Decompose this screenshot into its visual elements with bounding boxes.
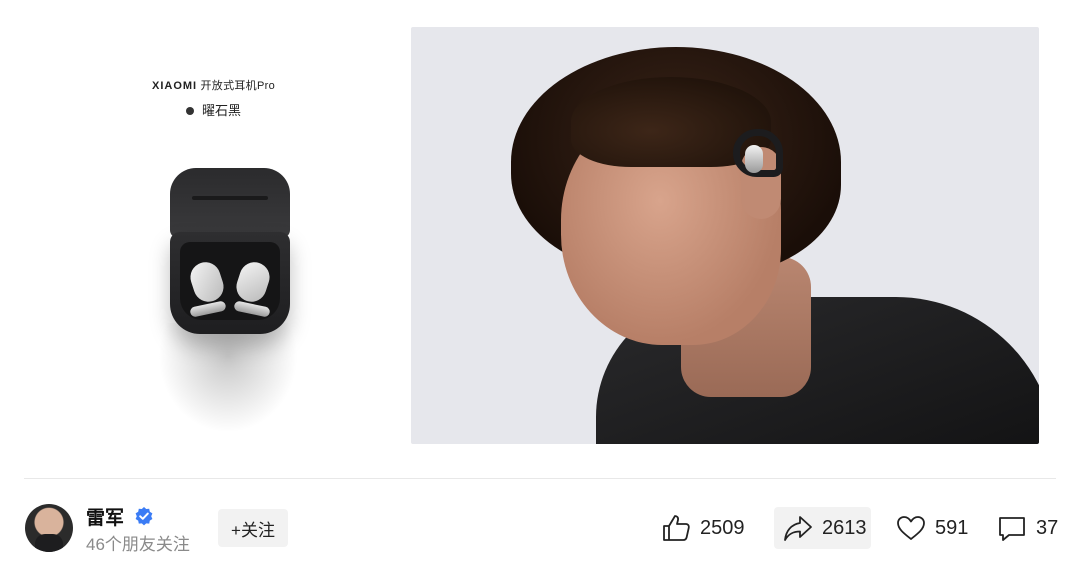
product-brand: XIAOMI 开放式耳机Pro (36, 77, 391, 93)
thumbs-up-icon (663, 515, 690, 541)
favorite-button[interactable]: 591 (895, 507, 968, 549)
friends-following-text: 46个朋友关注 (86, 535, 190, 554)
divider (24, 478, 1056, 479)
like-count: 2509 (700, 516, 745, 539)
comment-bubble-icon (999, 517, 1025, 541)
product-image[interactable]: XIAOMI 开放式耳机Pro 曜石黑 (36, 27, 391, 444)
like-button[interactable]: 2509 (660, 507, 745, 549)
share-count: 2613 (822, 516, 867, 539)
product-name: 开放式耳机Pro (200, 80, 275, 92)
earbuds-case (170, 232, 290, 334)
earbuds-case-lid (170, 168, 290, 238)
brand-logo: XIAOMI (151, 80, 198, 92)
author-name[interactable]: 雷军 (86, 503, 124, 530)
follow-button[interactable]: +关注 (218, 509, 288, 547)
share-button[interactable]: 2613 (774, 507, 871, 549)
share-arrow-icon (784, 516, 812, 541)
verified-badge-icon (135, 507, 153, 526)
color-swatch-icon (185, 106, 194, 115)
avatar[interactable] (25, 504, 73, 552)
case-shadow (158, 323, 298, 433)
comment-count: 37 (1036, 516, 1059, 539)
comment-button[interactable]: 37 (996, 507, 1058, 549)
product-color: 曜石黑 (36, 100, 391, 119)
color-name: 曜石黑 (201, 103, 241, 118)
earbud-right (232, 258, 274, 306)
heart-icon (897, 516, 925, 540)
earbud-left (186, 258, 228, 306)
hero-photo[interactable] (411, 27, 1039, 444)
favorite-count: 591 (935, 516, 969, 539)
